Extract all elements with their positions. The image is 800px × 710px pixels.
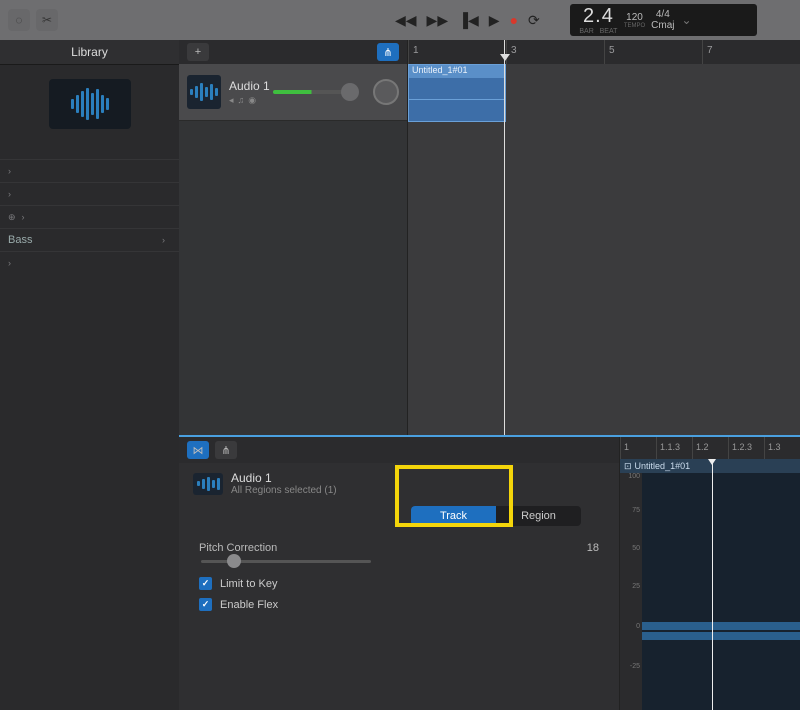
chevron-down-icon[interactable]: ⌄	[682, 13, 692, 27]
volume-knob[interactable]	[341, 83, 359, 101]
go-to-start-icon[interactable]: ▐◀	[458, 12, 479, 29]
waveform-display	[642, 622, 800, 640]
record-icon[interactable]: ●	[510, 12, 518, 28]
tab-track[interactable]: Track	[411, 506, 496, 526]
pitch-correction-label: Pitch Correction	[199, 542, 277, 554]
list-item[interactable]: ›	[0, 182, 179, 205]
tab-region[interactable]: Region	[496, 506, 581, 526]
waveform-icon	[71, 88, 109, 120]
settings-icon[interactable]: ◌	[8, 9, 30, 31]
fast-forward-icon[interactable]: ▶▶	[427, 12, 449, 29]
playhead[interactable]	[504, 40, 505, 435]
flex-icon: ⊡	[624, 461, 632, 472]
chevron-right-icon: ›	[8, 166, 11, 176]
track-name: Audio 1	[229, 79, 273, 93]
timeline-ruler[interactable]: 1357	[408, 40, 800, 64]
waveform-icon	[187, 75, 221, 109]
chevron-right-icon: ›	[8, 189, 11, 199]
library-header: Library	[0, 40, 179, 65]
editor-track-name: Audio 1	[231, 471, 337, 485]
main-toolbar: ◌ ✂ ◀◀ ▶▶ ▐◀ ▶ ● ⟳ 2.4BAR BEAT 120TEMPO …	[0, 0, 800, 40]
transport-controls: ◀◀ ▶▶ ▐◀ ▶ ● ⟳	[395, 12, 540, 29]
volume-slider[interactable]	[273, 90, 343, 94]
add-track-button[interactable]: +	[187, 43, 209, 61]
play-icon[interactable]: ▶	[489, 12, 500, 29]
audio-editor: ⋈ ⋔ Audio 1 All Regions selected (1) Tra…	[179, 435, 800, 710]
flex-view-icon[interactable]: ⋈	[187, 441, 209, 459]
library-list: › › ⊕› Bass› ›	[0, 159, 179, 274]
chevron-right-icon: ›	[22, 212, 25, 222]
editor-ruler[interactable]: 11.1.31.21.2.31.3	[620, 437, 800, 459]
list-item[interactable]: ⊕›	[0, 205, 179, 228]
mute-icon[interactable]: ◂	[229, 95, 234, 106]
list-item[interactable]: ›	[0, 251, 179, 274]
tool-icon[interactable]: ⋔	[215, 441, 237, 459]
headphones-icon[interactable]: ♫	[238, 95, 245, 106]
pan-knob[interactable]	[373, 79, 399, 105]
pitch-correction-value: 18	[587, 542, 599, 554]
input-icon[interactable]: ◉	[248, 95, 256, 106]
chevron-right-icon: ›	[162, 235, 165, 245]
track-row[interactable]: Audio 1 ◂ ♫◉	[179, 64, 407, 121]
limit-to-key-checkbox[interactable]: ✓Limit to Key	[199, 577, 599, 590]
waveform-editor[interactable]: 11.1.31.21.2.31.3 ⊡Untitled_1#01 100 75 …	[619, 437, 800, 710]
automation-icon[interactable]: ⋔	[377, 43, 399, 61]
amplitude-axis: 100 75 50 25 0 -25	[620, 473, 642, 710]
track-list: + ⋔ Audio 1 ◂ ♫◉	[179, 40, 407, 435]
plus-icon: ⊕	[8, 212, 16, 223]
list-item[interactable]: ›	[0, 159, 179, 182]
audio-region[interactable]: Untitled_1#01	[408, 64, 506, 122]
pitch-correction-slider[interactable]	[201, 560, 371, 563]
check-icon: ✓	[199, 577, 212, 590]
enable-flex-checkbox[interactable]: ✓Enable Flex	[199, 598, 599, 611]
waveform-icon	[193, 473, 223, 495]
region-name: Untitled_1#01	[409, 65, 505, 78]
library-panel: Library › › ⊕› Bass› ›	[0, 40, 179, 710]
cycle-icon[interactable]: ⟳	[528, 12, 540, 29]
lcd-display[interactable]: 2.4BAR BEAT 120TEMPO 4/4Cmaj ⌄	[570, 4, 757, 36]
editor-tabs: Track Region	[411, 506, 581, 526]
rewind-icon[interactable]: ◀◀	[395, 12, 417, 29]
chevron-right-icon: ›	[8, 258, 11, 268]
list-item[interactable]: Bass›	[0, 228, 179, 251]
check-icon: ✓	[199, 598, 212, 611]
editor-playhead[interactable]	[712, 459, 713, 710]
library-patch-thumb[interactable]	[49, 79, 131, 129]
scissors-icon[interactable]: ✂	[36, 9, 58, 31]
arrange-area[interactable]: 1357 Untitled_1#01	[407, 40, 800, 435]
editor-selection-info: All Regions selected (1)	[231, 485, 337, 496]
